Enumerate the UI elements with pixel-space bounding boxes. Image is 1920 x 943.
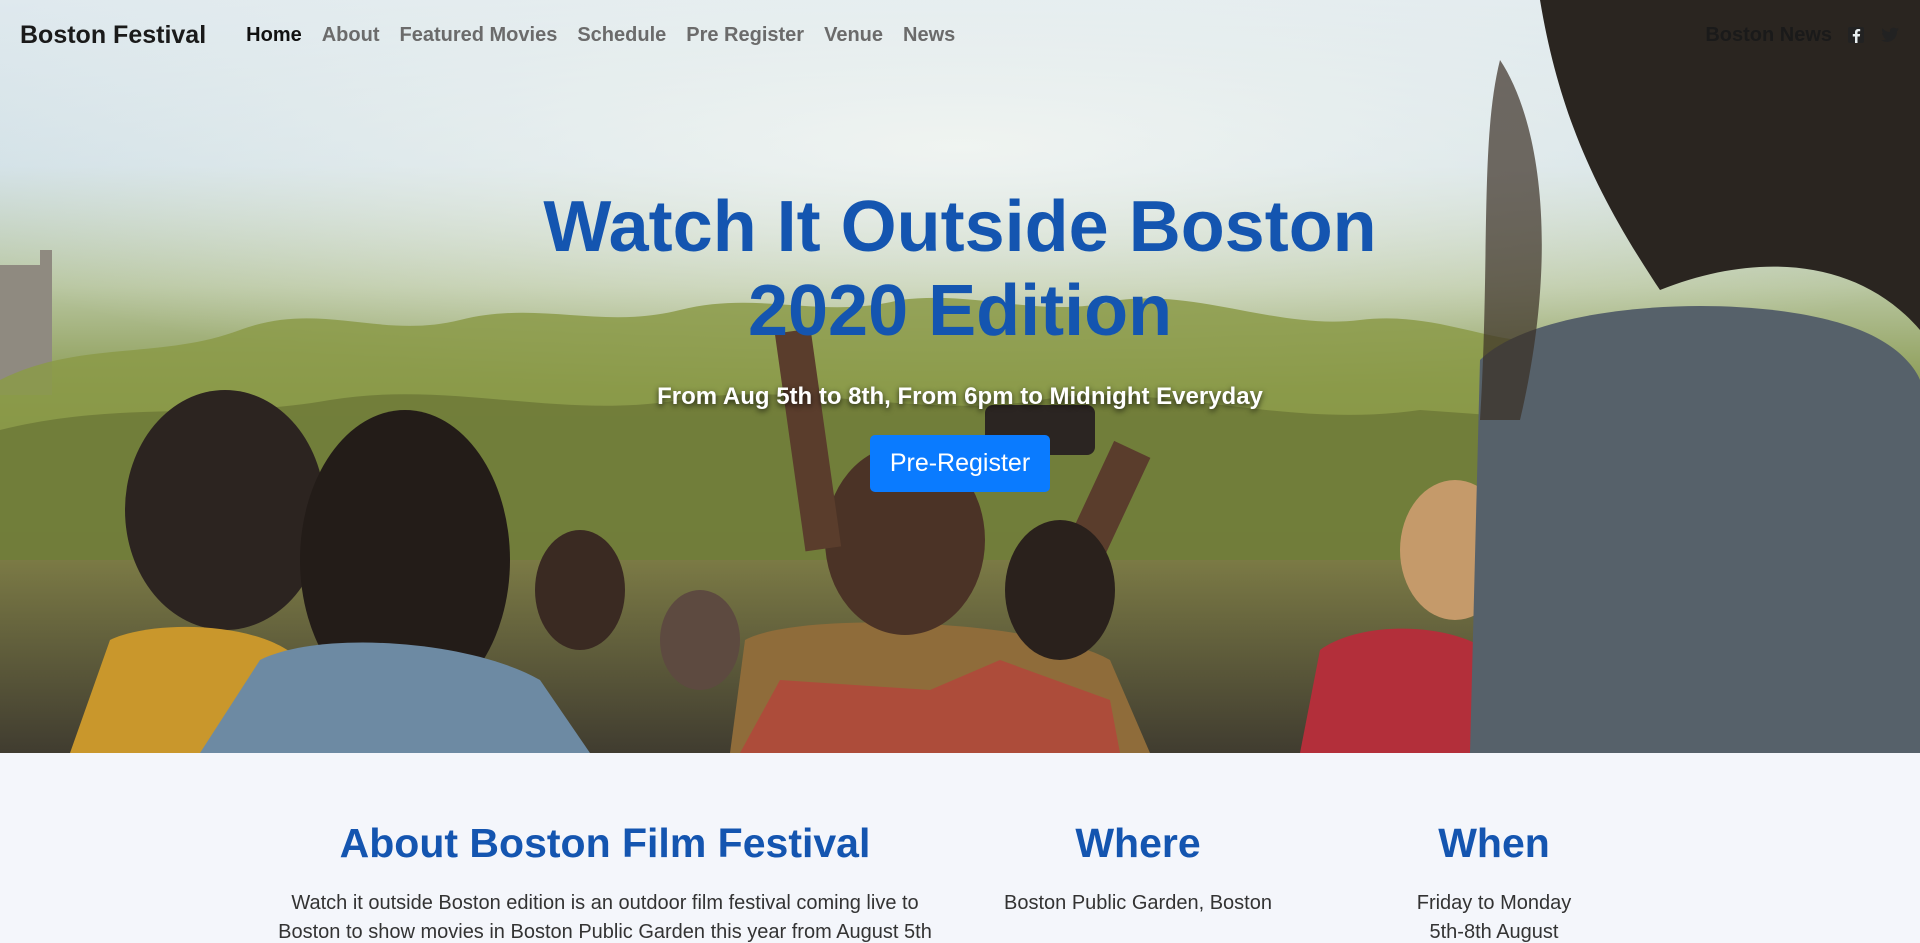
when-heading: When [1438,820,1550,866]
when-text-line-1: Friday to Monday [1416,892,1572,914]
boston-news-link[interactable]: Boston News [1705,24,1832,47]
when-column: When Friday to Monday 5th-8th August [1334,753,1654,943]
about-heading: About Boston Film Festival [339,820,871,866]
hero-title-line-2: 2020 Edition [747,271,1173,351]
twitter-icon[interactable] [1880,25,1900,45]
nav-pre-register[interactable]: Pre Register [676,24,814,47]
hero-subtitle: From Aug 5th to 8th, From 6pm to Midnigh… [657,383,1263,410]
pre-register-button[interactable]: Pre-Register [869,435,1051,492]
where-text: Boston Public Garden, Boston [1004,892,1272,914]
facebook-icon[interactable] [1846,25,1866,45]
about-column: About Boston Film Festival Watch it outs… [260,753,950,943]
where-column: Where Boston Public Garden, Boston [978,753,1298,918]
hero-section: Boston Festival Home About Featured Movi… [0,0,1920,753]
nav-about[interactable]: About [312,24,390,47]
about-text-line-2: Boston to show movies in Boston Public G… [278,921,932,943]
about-text: Watch it outside Boston edition is an ou… [260,889,950,943]
hero-title-line-1: Watch It Outside Boston [543,187,1377,267]
brand-logo[interactable]: Boston Festival [20,21,206,50]
about-text-line-1: Watch it outside Boston edition is an ou… [291,892,919,914]
when-text-line-2: 5th-8th August [1429,921,1559,943]
nav-news[interactable]: News [893,24,965,47]
nav-home[interactable]: Home [236,24,312,47]
nav-links: Home About Featured Movies Schedule Pre … [236,24,965,47]
nav-schedule[interactable]: Schedule [567,24,676,47]
where-heading: Where [1075,820,1201,866]
nav-featured-movies[interactable]: Featured Movies [390,24,568,47]
info-section: About Boston Film Festival Watch it outs… [0,753,1920,943]
nav-right: Boston News [1705,24,1900,47]
top-navbar: Boston Festival Home About Featured Movi… [0,0,1920,70]
hero-title: Watch It Outside Boston 2020 Edition [0,185,1920,353]
nav-venue[interactable]: Venue [814,24,893,47]
when-text: Friday to Monday 5th-8th August [1334,889,1654,943]
hero-content: Watch It Outside Boston 2020 Edition Fro… [0,185,1920,492]
